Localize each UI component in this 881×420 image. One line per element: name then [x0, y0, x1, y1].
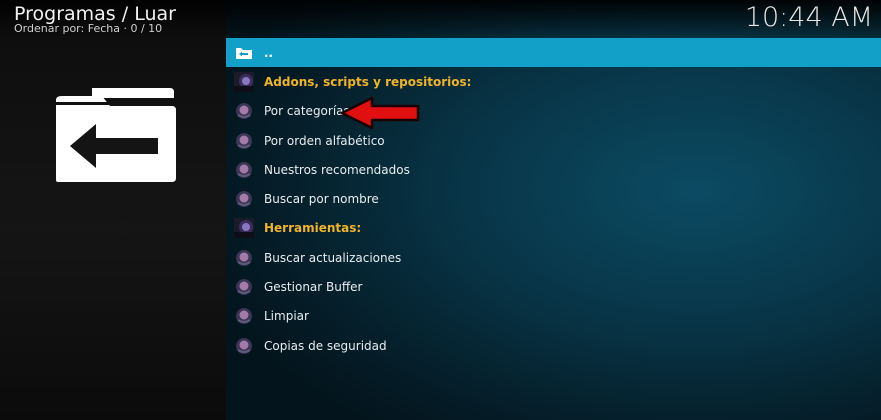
addon-icon — [236, 103, 252, 120]
list-item-label: Nuestros recomendados — [264, 162, 410, 177]
addon-icon — [236, 279, 252, 296]
clock: 10:44 AM — [744, 2, 873, 33]
addon-icon — [236, 161, 252, 178]
list-item-label: Buscar por nombre — [264, 192, 379, 207]
addon-icon — [236, 308, 252, 325]
item-list: .. Addons, scripts y repositorios: Por c… — [226, 38, 881, 360]
addon-icon — [236, 132, 252, 149]
list-category-tools[interactable]: Herramientas: — [226, 214, 881, 243]
list-item-label: Por orden alfabético — [264, 133, 385, 148]
red-arrow-annotation-icon — [340, 96, 420, 130]
list-item-label: .. — [264, 45, 274, 60]
list-item-label: Gestionar Buffer — [264, 280, 363, 295]
list-item-label: Copias de seguridad — [264, 338, 387, 353]
list-item-label: Herramientas: — [264, 221, 362, 236]
list-item-clean[interactable]: Limpiar — [226, 302, 881, 331]
folder-back-icon[interactable] — [52, 88, 178, 182]
list-item-search-by-name[interactable]: Buscar por nombre — [226, 184, 881, 213]
list-item-label: Addons, scripts y repositorios: — [264, 74, 472, 89]
list-item-recommended[interactable]: Nuestros recomendados — [226, 155, 881, 184]
folder-up-icon — [236, 47, 252, 59]
list-item-check-updates[interactable]: Buscar actualizaciones — [226, 243, 881, 272]
list-item-parent[interactable]: .. — [226, 38, 881, 68]
addon-thumbnail-icon — [234, 218, 254, 239]
list-item-label: Limpiar — [264, 309, 309, 324]
list-item-label: Por categorías — [264, 104, 350, 119]
addon-thumbnail-icon — [234, 71, 254, 92]
addon-icon — [236, 191, 252, 208]
list-item-backups[interactable]: Copias de seguridad — [226, 331, 881, 360]
list-item-alphabetical[interactable]: Por orden alfabético — [226, 126, 881, 155]
list-item-categories[interactable]: Por categorías — [226, 97, 881, 126]
list-category-addons[interactable]: Addons, scripts y repositorios: — [226, 67, 881, 96]
addon-icon — [236, 249, 252, 266]
list-item-label: Buscar actualizaciones — [264, 250, 402, 265]
addon-icon — [236, 337, 252, 354]
top-bar: Programas / Luar Ordenar por: Fecha · 0 … — [0, 0, 881, 38]
sort-info: Ordenar por: Fecha · 0 / 10 — [14, 22, 163, 35]
left-pane — [0, 0, 226, 420]
list-item-manage-buffer[interactable]: Gestionar Buffer — [226, 272, 881, 301]
